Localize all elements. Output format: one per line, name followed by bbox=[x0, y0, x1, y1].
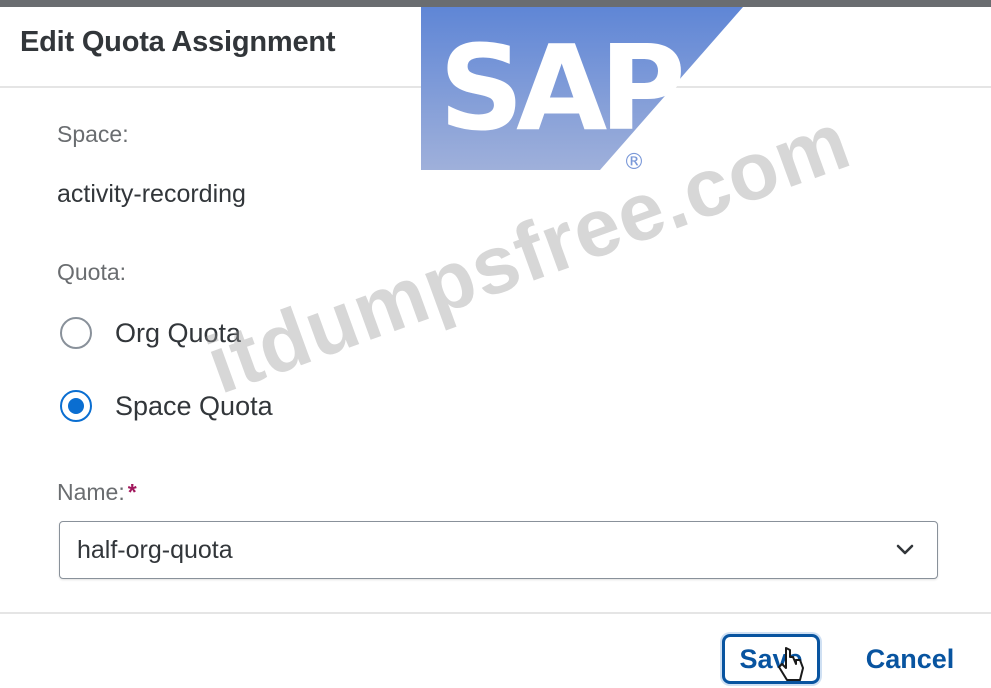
quota-name-select[interactable]: half-org-quota bbox=[59, 521, 938, 579]
sap-logo: SAP ® bbox=[421, 7, 743, 170]
required-marker: * bbox=[127, 479, 137, 505]
cancel-button[interactable]: Cancel bbox=[850, 634, 970, 684]
chevron-down-icon[interactable] bbox=[895, 540, 915, 560]
quota-name-value: half-org-quota bbox=[77, 536, 233, 564]
radio-org-quota[interactable]: Org Quota bbox=[60, 313, 241, 353]
radio-icon[interactable] bbox=[60, 390, 92, 422]
radio-space-quota[interactable]: Space Quota bbox=[60, 386, 273, 426]
radio-space-quota-label: Space Quota bbox=[115, 390, 273, 421]
window-top-bar bbox=[0, 0, 991, 7]
footer-divider bbox=[0, 612, 991, 614]
space-value: activity-recording bbox=[57, 180, 246, 208]
quota-label: Quota: bbox=[57, 259, 127, 285]
space-label: Space: bbox=[57, 121, 129, 147]
cursor-pointer-icon bbox=[778, 647, 804, 681]
registered-mark: ® bbox=[623, 150, 645, 170]
radio-icon[interactable] bbox=[60, 317, 92, 349]
dialog-title: Edit Quota Assignment bbox=[20, 26, 336, 58]
name-label: Name: * bbox=[57, 479, 137, 506]
name-label-text: Name: bbox=[57, 479, 125, 505]
sap-logo-text: SAP bbox=[439, 19, 681, 157]
radio-org-quota-label: Org Quota bbox=[115, 317, 242, 348]
radio-selected-dot bbox=[68, 398, 84, 414]
